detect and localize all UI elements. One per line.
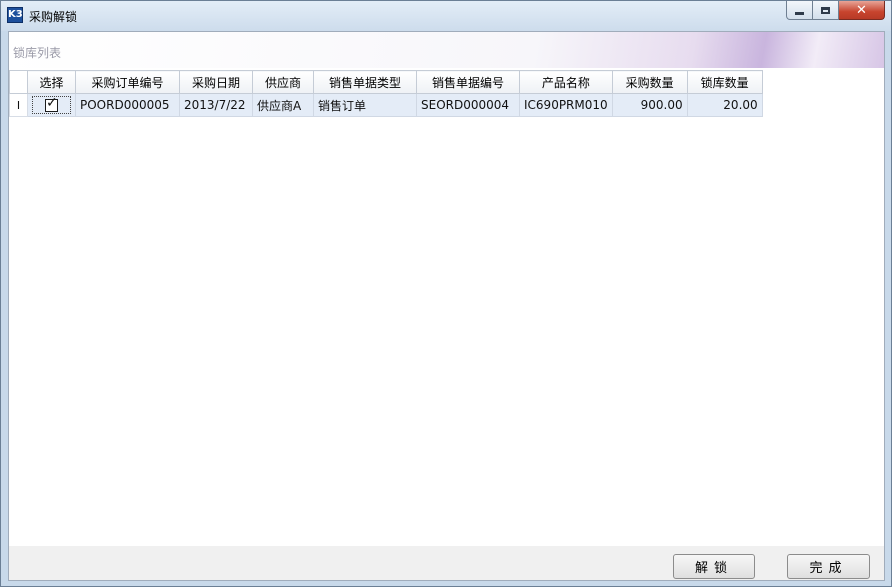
maximize-icon (821, 6, 830, 14)
client-area: 锁库列表 选择 采购订单编号 采购日期 供应商 销售单据类型 销售单据编号 产品… (8, 31, 885, 581)
select-cell[interactable]: ✓ (27, 93, 76, 117)
button-bar: 解锁 完成 (9, 546, 884, 580)
unlock-window: K3 采购解锁 ✕ 锁库列表 选择 采购订单编号 采购日期 供应商 销售单据类型… (0, 0, 892, 587)
title-bar[interactable]: K3 采购解锁 ✕ (1, 1, 891, 31)
row-header-corner (9, 70, 28, 94)
app-logo-icon: K3 (7, 7, 23, 23)
grid-header-row: 选择 采购订单编号 采购日期 供应商 销售单据类型 销售单据编号 产品名称 采购… (9, 70, 763, 94)
column-header-supplier[interactable]: 供应商 (252, 70, 314, 94)
column-header-select[interactable]: 选择 (27, 70, 76, 94)
check-icon: ✓ (46, 95, 58, 111)
group-header: 锁库列表 (9, 32, 884, 68)
column-header-locked-qty[interactable]: 锁库数量 (686, 70, 763, 94)
cell-purchase-qty[interactable]: 900.00 (611, 93, 688, 117)
group-label: 锁库列表 (13, 46, 62, 60)
minimize-button[interactable] (786, 1, 813, 20)
done-button[interactable]: 完成 (787, 554, 870, 579)
cell-sales-doc-number[interactable]: SEORD000004 (416, 93, 520, 117)
cell-po-date[interactable]: 2013/7/22 (179, 93, 253, 117)
row-select-checkbox[interactable]: ✓ (45, 95, 58, 112)
close-button[interactable]: ✕ (839, 1, 885, 20)
table-row[interactable]: I ✓ POORD000005 2013/7/22 供应商A 销售订单 SEOR… (9, 93, 763, 117)
grid-table: 选择 采购订单编号 采购日期 供应商 销售单据类型 销售单据编号 产品名称 采购… (9, 70, 763, 117)
maximize-button[interactable] (813, 1, 839, 20)
column-header-po-number[interactable]: 采购订单编号 (75, 70, 180, 94)
column-header-sales-doc-type[interactable]: 销售单据类型 (313, 70, 417, 94)
cell-po-number[interactable]: POORD000005 (75, 93, 180, 117)
column-header-sales-doc-number[interactable]: 销售单据编号 (416, 70, 520, 94)
cell-supplier[interactable]: 供应商A (252, 93, 314, 117)
lock-list-grid[interactable]: 选择 采购订单编号 采购日期 供应商 销售单据类型 销售单据编号 产品名称 采购… (9, 68, 884, 546)
row-indicator[interactable]: I (9, 93, 28, 117)
unlock-button[interactable]: 解锁 (673, 554, 755, 579)
window-title: 采购解锁 (29, 10, 78, 24)
window-controls: ✕ (786, 1, 885, 21)
close-icon: ✕ (856, 2, 867, 18)
column-header-purchase-qty[interactable]: 采购数量 (611, 70, 688, 94)
minimize-icon (795, 11, 804, 15)
column-header-po-date[interactable]: 采购日期 (179, 70, 253, 94)
focus-rectangle: ✓ (32, 96, 71, 114)
cell-product-name[interactable]: IC690PRM010 (519, 93, 613, 117)
column-header-product-name[interactable]: 产品名称 (519, 70, 613, 94)
cell-sales-doc-type[interactable]: 销售订单 (313, 93, 417, 117)
cell-locked-qty[interactable]: 20.00 (686, 93, 763, 117)
